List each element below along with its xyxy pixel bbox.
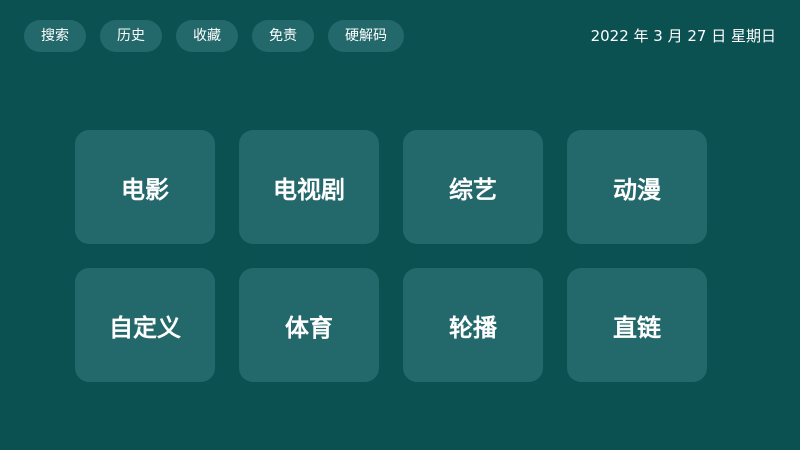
hardware-decode-button[interactable]: 硬解码	[328, 20, 404, 52]
category-anime[interactable]: 动漫	[567, 130, 707, 244]
category-tv-series[interactable]: 电视剧	[239, 130, 379, 244]
top-nav: 搜索 历史 收藏 免责 硬解码	[24, 20, 404, 52]
history-button[interactable]: 历史	[100, 20, 162, 52]
category-grid: 电影 电视剧 综艺 动漫 自定义 体育 轮播 直链	[75, 130, 707, 382]
disclaimer-button[interactable]: 免责	[252, 20, 314, 52]
category-custom[interactable]: 自定义	[75, 268, 215, 382]
category-variety[interactable]: 综艺	[403, 130, 543, 244]
category-direct-link[interactable]: 直链	[567, 268, 707, 382]
favorites-button[interactable]: 收藏	[176, 20, 238, 52]
category-movies[interactable]: 电影	[75, 130, 215, 244]
date-display: 2022 年 3 月 27 日 星期日	[590, 27, 776, 45]
category-sports[interactable]: 体育	[239, 268, 379, 382]
category-carousel[interactable]: 轮播	[403, 268, 543, 382]
search-button[interactable]: 搜索	[24, 20, 86, 52]
